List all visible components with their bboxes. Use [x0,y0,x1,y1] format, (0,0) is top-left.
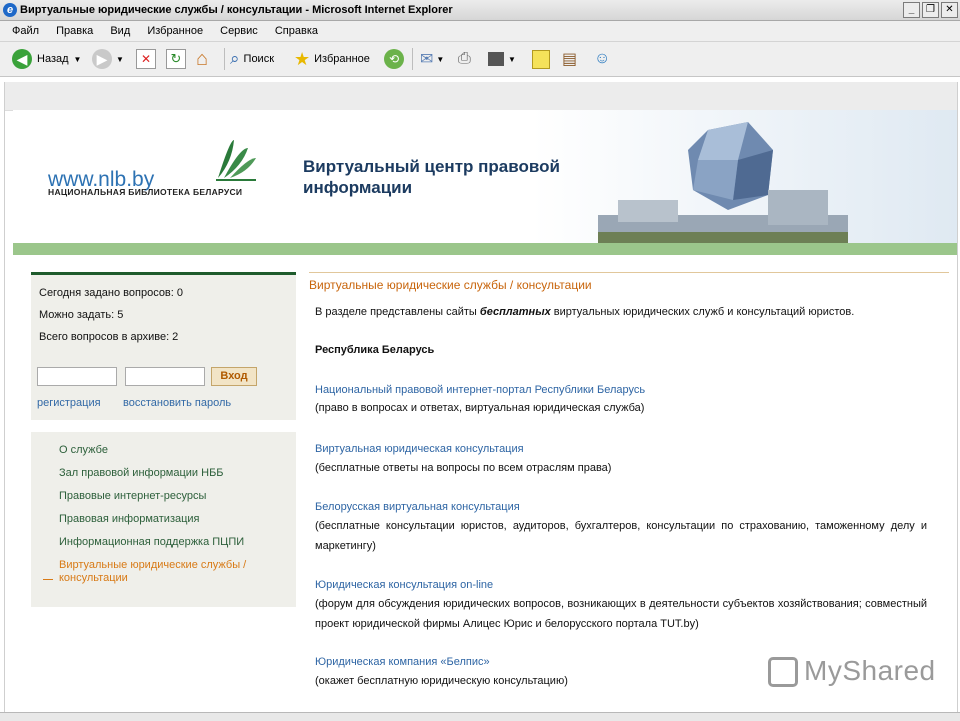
close-window-button[interactable]: ✕ [941,2,958,18]
menu-bar: Файл Правка Вид Избранное Сервис Справка [0,21,960,42]
entry-description: (право в вопросах и ответах, виртуальная… [315,402,645,414]
browser-toolbar: ◀ Назад ▼ ▶ ▼ ✕ ↻ ⌂ ⌕ Поиск ★ Избранное … [0,42,960,77]
intro-emphasis: бесплатных [479,306,551,318]
edit-icon [488,52,504,66]
messenger-button[interactable]: ☺ [594,48,610,70]
sidebar-nav: О службе Зал правовой информации НББ Пра… [31,432,296,607]
menu-help[interactable]: Справка [275,25,318,37]
history-icon: ⟲ [384,49,404,69]
history-button[interactable]: ⟲ [384,48,404,70]
minimize-button[interactable]: _ [903,2,920,18]
login-field[interactable] [37,367,117,386]
nav-item-legal-hall[interactable]: Зал правовой информации НББ [59,467,284,480]
entry-link[interactable]: Виртуальная юридическая консультация [315,443,524,455]
library-name: НАЦИОНАЛЬНАЯ БИБЛИОТЕКА БЕЛАРУСИ [48,187,243,197]
home-button[interactable]: ⌂ [196,48,208,70]
toolbar-divider [412,48,413,70]
library-book-logo-icon [216,140,256,181]
stat-today: Сегодня задано вопросов: 0 [39,287,184,299]
entry-description: (бесплатные ответы на вопросы по всем от… [315,462,612,474]
search-icon: ⌕ [230,49,240,68]
printer-icon: ⎙ [458,50,471,67]
note-icon [532,49,550,69]
forward-arrow-icon: ▶ [92,49,112,69]
entry-link[interactable]: Белорусская виртуальная консультация [315,501,520,513]
menu-edit[interactable]: Правка [56,25,93,37]
back-label: Назад [37,53,69,65]
favorites-button[interactable]: ★ Избранное [294,48,370,70]
refresh-button[interactable]: ↻ [166,48,186,70]
entry-link[interactable]: Национальный правовой интернет-портал Ре… [315,384,645,396]
chevron-down-icon: ▼ [116,54,124,64]
menu-file[interactable]: Файл [12,25,39,37]
stat-allowed: Можно задать: 5 [39,309,124,321]
toolbar-divider [224,48,225,70]
entry-description: (форум для обсуждения юридических вопрос… [315,598,927,630]
nav-item-about[interactable]: О службе [59,444,284,457]
nav-item-info-support[interactable]: Информационная поддержка ПЦПИ [59,536,284,549]
refresh-icon: ↻ [166,49,186,69]
watermark-icon [768,657,798,687]
chevron-down-icon: ▼ [508,54,516,64]
discuss-button[interactable] [532,48,550,70]
entry-description: (бесплатные консультации юристов, аудито… [315,520,927,552]
star-icon: ★ [294,48,311,69]
intro-text: В разделе представлены сайты бесплатных … [315,302,927,322]
intro-text-end: виртуальных юридических служб и консульт… [550,306,855,318]
back-arrow-icon: ◀ [12,49,32,69]
header-green-bar [13,243,957,255]
mail-button[interactable]: ✉ ▼ [420,48,444,70]
entry-link[interactable]: Юридическая компания «Белпис» [315,656,490,668]
nav-item-virtual-services[interactable]: Виртуальные юридические службы / консуль… [59,559,284,585]
mail-icon: ✉ [420,51,434,68]
login-button[interactable]: Вход [211,367,257,386]
library-building-image [598,122,848,243]
stop-button[interactable]: ✕ [136,48,156,70]
restore-password-link[interactable]: восстановить пароль [123,397,231,409]
back-button[interactable]: ◀ Назад ▼ [12,48,81,70]
web-page: www.nlb.by НАЦИОНАЛЬНАЯ БИБЛИОТЕКА БЕЛАР… [4,82,958,712]
entry-link[interactable]: Юридическая консультация on-line [315,579,493,591]
messenger-icon: ☺ [594,50,611,67]
research-icon: ▤ [562,51,578,68]
register-link[interactable]: регистрация [37,397,101,409]
restore-button[interactable]: ❐ [922,2,939,18]
favorites-label: Избранное [314,53,370,65]
forward-button[interactable]: ▶ ▼ [92,48,124,70]
internet-explorer-icon: e [3,3,17,17]
menu-favorites[interactable]: Избранное [147,25,203,37]
home-icon: ⌂ [196,47,209,70]
print-button[interactable]: ⎙ [458,48,471,70]
window-controls: _ ❐ ✕ [903,2,958,18]
window-titlebar: e Виртуальные юридические службы / консу… [0,0,960,21]
active-item-marker [43,579,53,580]
address-strip [5,82,957,111]
user-panel: Сегодня задано вопросов: 0 Можно задать:… [31,272,296,420]
research-button[interactable]: ▤ [562,48,577,70]
region-heading: Республика Беларусь [315,344,435,356]
chevron-down-icon: ▼ [436,54,445,64]
chevron-down-icon: ▼ [73,54,82,64]
edit-button[interactable]: ▼ [488,48,516,70]
nav-item-internet-resources[interactable]: Правовые интернет-ресурсы [59,490,284,503]
menu-tools[interactable]: Сервис [220,25,258,37]
stat-archive: Всего вопросов в архиве: 2 [39,331,179,343]
site-title: Виртуальный центр правовой информации [303,157,560,197]
password-field[interactable] [125,367,205,386]
nav-item-legal-informatization[interactable]: Правовая информатизация [59,513,284,526]
page-heading: Виртуальные юридические службы / консуль… [309,272,949,292]
menu-view[interactable]: Вид [110,25,130,37]
stop-icon: ✕ [136,49,156,69]
search-button[interactable]: ⌕ Поиск [230,48,274,70]
search-label: Поиск [243,53,275,65]
intro-text-start: В разделе представлены сайты [315,306,480,318]
watermark-text: MyShared [804,655,936,686]
window-title: Виртуальные юридические службы / консуль… [20,4,453,16]
